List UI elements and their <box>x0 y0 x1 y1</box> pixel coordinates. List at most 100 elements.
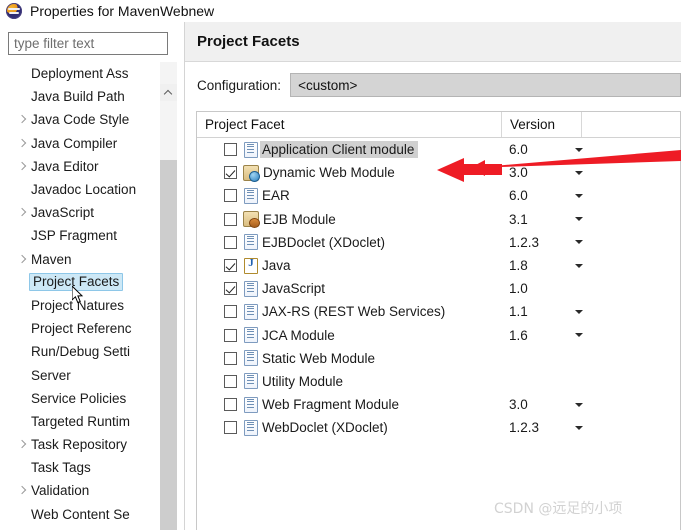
facet-checkbox[interactable] <box>224 305 237 319</box>
configuration-label: Configuration: <box>197 77 282 93</box>
table-row[interactable]: WebDoclet (XDoclet) 1.2.3 <box>197 416 680 439</box>
sidebar-item-jsp-fragment[interactable]: JSP Fragment <box>0 224 184 247</box>
table-row[interactable]: EAR 6.0 <box>197 184 680 207</box>
version-dropdown-caret-icon[interactable] <box>575 193 583 198</box>
tree-scrollbar[interactable] <box>160 62 177 530</box>
table-body: Application Client module 6.0 Dynamic Web … <box>197 138 680 439</box>
sidebar-item-javadoc-location[interactable]: Javadoc Location <box>0 178 184 201</box>
tree-scrollbar-thumb[interactable] <box>160 160 177 530</box>
sidebar-item-task-tags[interactable]: Task Tags <box>0 456 184 479</box>
table-header: Project Facet Version <box>197 112 680 138</box>
table-row[interactable]: Dynamic Web Module 3.0 <box>197 161 680 184</box>
chevron-right-icon[interactable] <box>16 484 29 497</box>
facet-checkbox[interactable] <box>224 374 237 388</box>
facet-version: 6.0 <box>509 188 528 204</box>
version-dropdown-caret-icon[interactable] <box>575 402 583 407</box>
doc-icon <box>244 141 258 158</box>
sidebar-item-label: Java Compiler <box>31 135 118 151</box>
facet-checkbox[interactable] <box>224 143 237 157</box>
table-row[interactable]: Java 1.8 <box>197 254 680 277</box>
sidebar-item-validation[interactable]: Validation <box>0 479 184 502</box>
doc-icon <box>244 327 258 344</box>
page-title-bar: Project Facets <box>185 22 681 62</box>
facet-version: 1.0 <box>509 281 528 297</box>
facet-name: Application Client module <box>260 141 419 159</box>
facet-checkbox[interactable] <box>224 351 237 365</box>
sidebar-item-label: Validation <box>31 483 90 499</box>
table-row[interactable]: EJBDoclet (XDoclet) 1.2.3 <box>197 231 680 254</box>
facet-checkbox[interactable] <box>224 398 237 412</box>
sidebar-item-server[interactable]: Server <box>0 363 184 386</box>
version-dropdown-caret-icon[interactable] <box>575 240 583 245</box>
facet-name: Web Fragment Module <box>262 397 400 413</box>
sidebar-item-project-referenc[interactable]: Project Referenc <box>0 317 184 340</box>
filter-input[interactable]: type filter text <box>8 32 168 55</box>
version-dropdown-caret-icon[interactable] <box>575 425 583 430</box>
doc-icon <box>244 350 258 367</box>
column-header-project-facet[interactable]: Project Facet <box>197 112 502 137</box>
table-row[interactable]: Static Web Module <box>197 347 680 370</box>
facet-checkbox[interactable] <box>224 328 237 342</box>
facet-checkbox[interactable] <box>224 189 237 203</box>
chevron-right-icon[interactable] <box>16 206 29 219</box>
column-header-blank[interactable] <box>582 112 680 137</box>
sidebar-item-web-project-s[interactable]: Web Project S <box>0 526 184 530</box>
facets-page: Project Facets Configuration: <custom> P… <box>185 22 681 530</box>
facet-name: Static Web Module <box>262 350 376 366</box>
chevron-right-icon[interactable] <box>16 137 29 150</box>
facet-version: 3.1 <box>509 211 528 227</box>
table-row[interactable]: JavaScript 1.0 <box>197 277 680 300</box>
sidebar-item-targeted-runtim[interactable]: Targeted Runtim <box>0 410 184 433</box>
table-row[interactable]: Application Client module 6.0 <box>197 138 680 161</box>
sidebar-item-service-policies[interactable]: Service Policies <box>0 387 184 410</box>
chevron-right-icon[interactable] <box>16 253 29 266</box>
version-dropdown-caret-icon[interactable] <box>575 333 583 338</box>
version-dropdown-caret-icon[interactable] <box>575 170 583 175</box>
table-row[interactable]: EJB Module 3.1 <box>197 208 680 231</box>
facet-checkbox[interactable] <box>224 235 237 249</box>
sidebar-item-java-editor[interactable]: Java Editor <box>0 155 184 178</box>
sidebar-item-label: Javadoc Location <box>31 182 137 198</box>
chevron-right-icon[interactable] <box>16 438 29 451</box>
settings-tree[interactable]: Deployment Ass Java Build Path Java Code S… <box>0 62 184 530</box>
column-header-version[interactable]: Version <box>502 112 582 137</box>
sidebar-item-web-content-se[interactable]: Web Content Se <box>0 503 184 526</box>
version-dropdown-caret-icon[interactable] <box>575 263 583 268</box>
sidebar-item-project-natures[interactable]: Project Natures <box>0 294 184 317</box>
facet-checkbox[interactable] <box>224 421 237 435</box>
facet-name: Utility Module <box>262 373 344 389</box>
chevron-right-icon[interactable] <box>16 160 29 173</box>
table-row[interactable]: Web Fragment Module 3.0 <box>197 393 680 416</box>
sidebar-item-project-facets[interactable]: Project Facets <box>0 271 184 294</box>
facet-checkbox[interactable] <box>224 166 237 180</box>
sidebar-item-java-build-path[interactable]: Java Build Path <box>0 85 184 108</box>
configuration-row: Configuration: <custom> <box>197 72 681 98</box>
sidebar-item-label: Java Code Style <box>31 112 130 128</box>
table-row[interactable]: JAX-RS (REST Web Services) 1.1 <box>197 300 680 323</box>
table-row[interactable]: JCA Module 1.6 <box>197 324 680 347</box>
sidebar-item-run-debug-setti[interactable]: Run/Debug Setti <box>0 340 184 363</box>
sidebar-item-javascript[interactable]: JavaScript <box>0 201 184 224</box>
scroll-up-arrow-icon[interactable] <box>160 84 177 101</box>
sidebar-item-java-compiler[interactable]: Java Compiler <box>0 132 184 155</box>
configuration-combo[interactable]: <custom> <box>290 73 681 97</box>
eclipse-icon <box>6 3 22 19</box>
version-dropdown-caret-icon[interactable] <box>575 217 583 222</box>
version-dropdown-caret-icon[interactable] <box>575 147 583 152</box>
version-dropdown-caret-icon[interactable] <box>575 309 583 314</box>
sidebar-item-task-repository[interactable]: Task Repository <box>0 433 184 456</box>
facet-checkbox[interactable] <box>224 259 237 273</box>
sidebar-item-maven[interactable]: Maven <box>0 248 184 271</box>
facet-checkbox[interactable] <box>224 282 237 296</box>
facet-checkbox[interactable] <box>224 212 237 226</box>
facet-version: 1.1 <box>509 304 528 320</box>
table-row[interactable]: Utility Module <box>197 370 680 393</box>
sidebar-item-java-code-style[interactable]: Java Code Style <box>0 108 184 131</box>
chevron-right-icon[interactable] <box>16 113 29 126</box>
sidebar-item-deployment-ass[interactable]: Deployment Ass <box>0 62 184 85</box>
